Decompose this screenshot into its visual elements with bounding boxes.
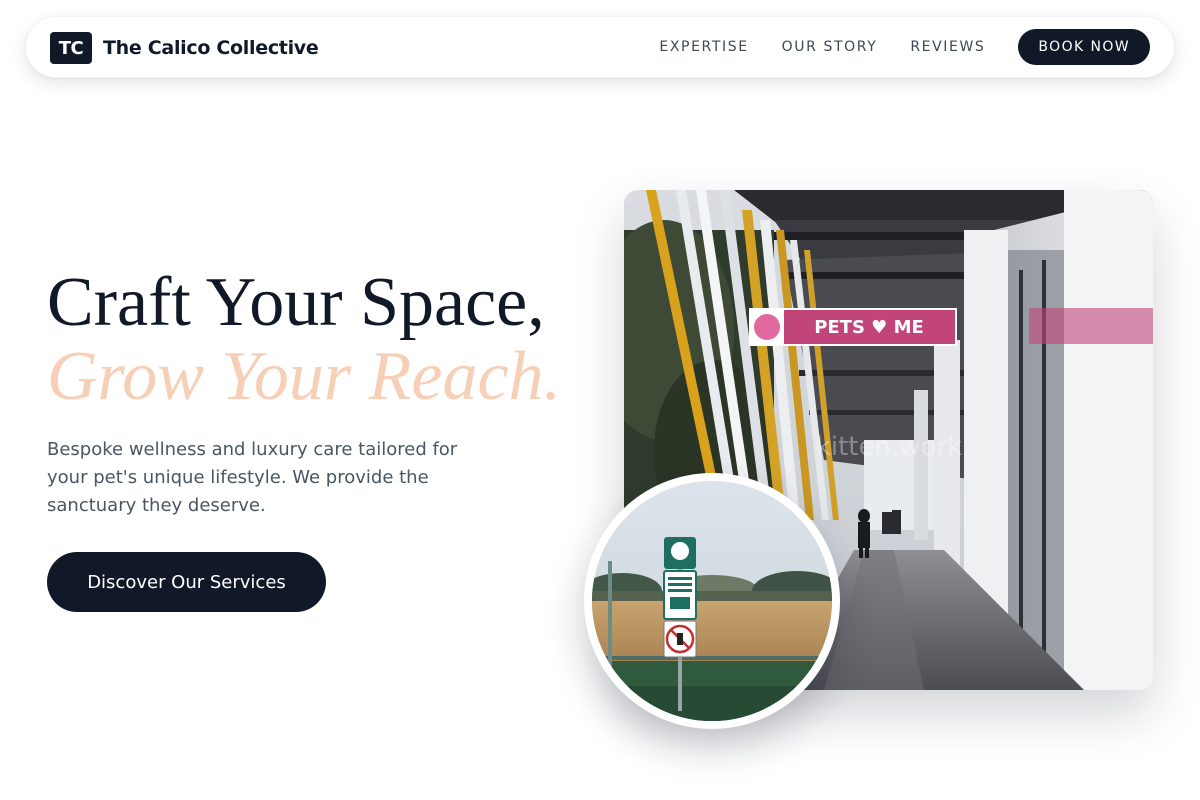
photo-watermark: kitten.work — [816, 432, 962, 462]
nav-link-reviews[interactable]: REVIEWS — [910, 39, 985, 55]
nav-links: EXPERTISE OUR STORY REVIEWS BOOK NOW — [659, 17, 1150, 77]
hero-headline: Craft Your Space, Grow Your Reach. — [47, 266, 607, 414]
circle-photo-frame — [592, 481, 832, 721]
hero-subcopy: Bespoke wellness and luxury care tailore… — [47, 439, 458, 516]
brand-name: The Calico Collective — [103, 37, 319, 59]
shop-sign-text: PETS ♥ ME — [814, 317, 924, 338]
logo-mark: TC — [50, 32, 92, 64]
book-now-button[interactable]: BOOK NOW — [1018, 29, 1150, 65]
hero-circle-photo — [584, 473, 840, 729]
discover-services-button[interactable]: Discover Our Services — [47, 552, 326, 612]
headline-line-2: Grow Your Reach. — [47, 338, 562, 415]
brand[interactable]: TC The Calico Collective — [50, 32, 319, 64]
headline-line-1: Craft Your Space, — [47, 264, 545, 341]
nav-link-expertise[interactable]: EXPERTISE — [659, 39, 748, 55]
nav-link-our-story[interactable]: OUR STORY — [782, 39, 878, 55]
top-navbar: TC The Calico Collective EXPERTISE OUR S… — [25, 16, 1175, 78]
